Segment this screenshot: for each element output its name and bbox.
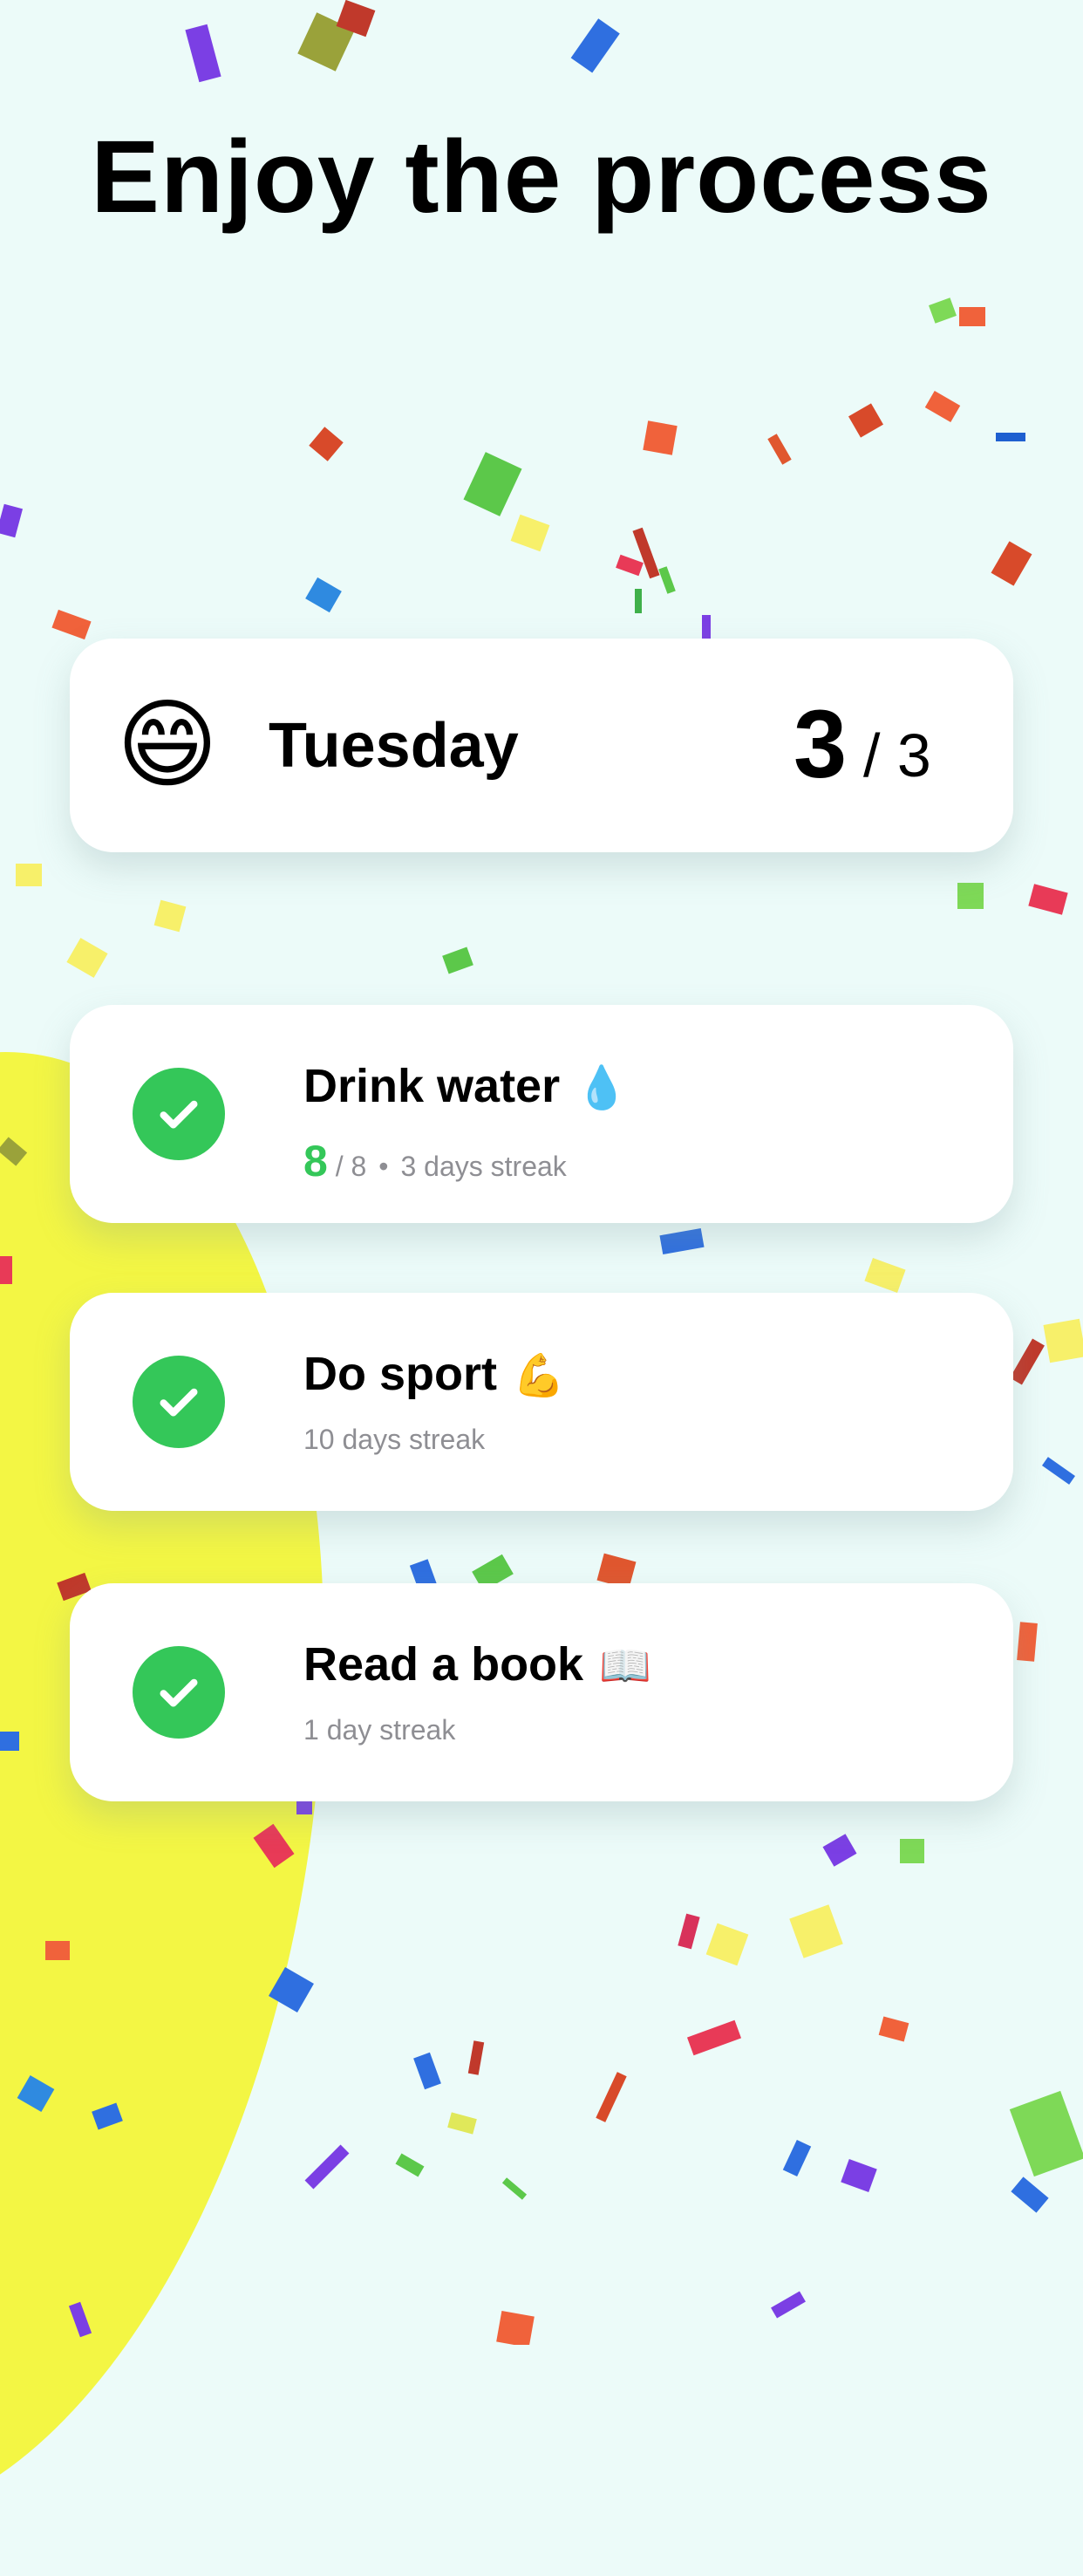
water-drop-icon: 💧 — [576, 1065, 628, 1111]
confetti-piece — [153, 899, 187, 933]
day-name: Tuesday — [269, 711, 519, 781]
habit-title: Do sport 💪 — [303, 1347, 565, 1401]
confetti-piece — [66, 938, 108, 978]
confetti-piece — [686, 2019, 742, 2056]
confetti-piece — [959, 307, 985, 326]
confetti-piece — [848, 403, 883, 438]
confetti-piece — [924, 390, 961, 423]
habit-title-text: Read a book — [303, 1638, 584, 1691]
confetti-piece — [957, 883, 984, 909]
confetti-piece — [185, 24, 221, 83]
habit-title-text: Do sport — [303, 1348, 497, 1400]
habit-subtitle: 8 / 8 • 3 days streak — [303, 1136, 567, 1186]
confetti-piece — [864, 1258, 906, 1293]
confetti-piece — [510, 514, 550, 552]
confetti-piece — [309, 427, 344, 461]
confetti-piece — [658, 566, 676, 594]
habit-card-drink-water[interactable]: Drink water 💧 8 / 8 • 3 days streak — [70, 1005, 1013, 1223]
checkmark-icon[interactable] — [133, 1646, 225, 1739]
confetti-piece — [929, 297, 957, 324]
confetti-piece — [1009, 2090, 1083, 2177]
confetti-piece — [596, 2072, 627, 2122]
confetti-piece — [305, 577, 342, 613]
confetti-piece — [632, 527, 660, 579]
open-book-icon: 📖 — [599, 1643, 651, 1690]
confetti-piece — [447, 2112, 477, 2135]
confetti-piece — [616, 554, 644, 577]
separator-dot: • — [378, 1151, 389, 1182]
completed-count: 3 — [794, 691, 848, 798]
confetti-piece — [51, 609, 92, 640]
confetti-piece — [643, 420, 678, 455]
confetti-piece — [996, 433, 1025, 441]
confetti-piece — [0, 503, 24, 538]
confetti-piece — [1011, 2176, 1049, 2213]
flexed-biceps-icon: 💪 — [513, 1353, 565, 1399]
confetti-piece — [878, 2016, 909, 2042]
confetti-piece — [501, 2177, 528, 2200]
checkmark-icon[interactable] — [133, 1356, 225, 1448]
confetti-piece — [1010, 1338, 1045, 1385]
confetti-piece — [297, 12, 355, 72]
confetti-piece — [659, 1227, 705, 1255]
page-title: Enjoy the process — [91, 120, 992, 235]
confetti-piece — [782, 2139, 812, 2177]
habit-title-text: Drink water — [303, 1060, 561, 1112]
confetti-piece — [789, 1904, 843, 1958]
confetti-piece — [1043, 1318, 1083, 1363]
habit-card-read-a-book[interactable]: Read a book 📖 1 day streak — [70, 1583, 1013, 1801]
total-count: / 3 — [863, 721, 931, 789]
confetti-piece — [304, 2144, 350, 2190]
confetti-piece — [336, 0, 376, 38]
confetti-piece — [678, 1913, 700, 1950]
habit-streak: 1 day streak — [303, 1714, 456, 1746]
confetti-piece — [442, 946, 473, 974]
confetti-piece — [467, 2040, 485, 2075]
confetti-piece — [496, 2310, 535, 2345]
confetti-piece — [16, 864, 42, 886]
confetti-piece — [570, 18, 620, 73]
habit-streak: 10 days streak — [303, 1424, 486, 1455]
habit-title: Drink water 💧 — [303, 1059, 628, 1113]
confetti-piece — [771, 2291, 806, 2319]
day-summary-card: 😄 Tuesday 3 / 3 — [70, 639, 1013, 852]
confetti-piece — [841, 2159, 877, 2192]
confetti-piece — [822, 1834, 857, 1867]
smiling-face-icon: 😄 — [116, 690, 219, 799]
progress-total: / 8 — [335, 1151, 367, 1182]
confetti-piece — [463, 452, 522, 516]
habit-card-do-sport[interactable]: Do sport 💪 10 days streak — [70, 1293, 1013, 1511]
progress-done: 8 — [303, 1137, 328, 1186]
confetti-piece — [991, 541, 1032, 586]
confetti-piece — [413, 2052, 441, 2090]
confetti-piece — [1028, 884, 1068, 915]
confetti-piece — [705, 1923, 749, 1966]
confetti-piece — [395, 2153, 425, 2177]
confetti-piece — [1041, 1457, 1076, 1485]
confetti-piece — [1017, 1622, 1038, 1662]
habit-streak: 3 days streak — [400, 1151, 567, 1182]
confetti-piece — [767, 434, 792, 465]
checkmark-icon[interactable] — [133, 1068, 225, 1160]
confetti-piece — [900, 1839, 924, 1863]
confetti-piece — [635, 589, 642, 613]
habit-title: Read a book 📖 — [303, 1637, 651, 1691]
